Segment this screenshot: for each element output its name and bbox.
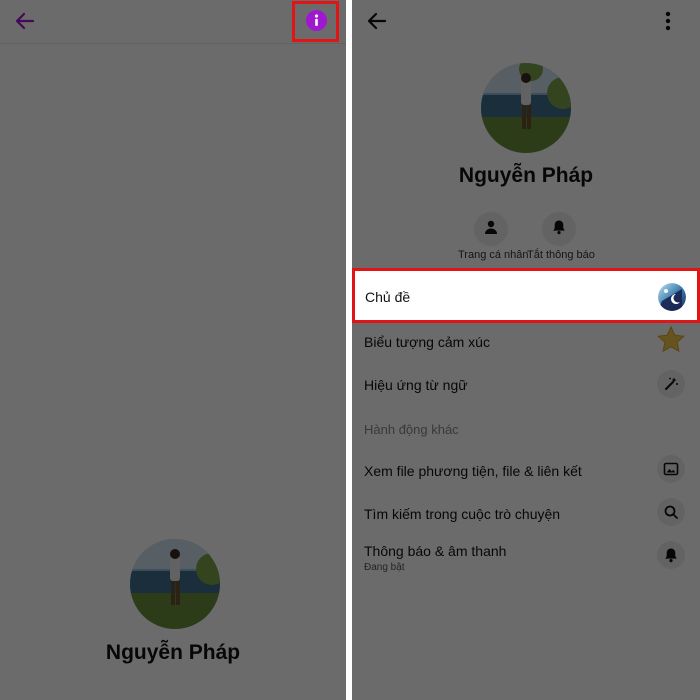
bell-icon xyxy=(551,219,567,240)
conversation-info-screen: Nguyễn Pháp Trang cá nhân Tắt thông báo … xyxy=(352,0,700,700)
bell-icon xyxy=(657,541,685,569)
row-label: Chủ đề xyxy=(365,289,411,305)
row-label: Biểu tượng cảm xúc xyxy=(364,334,490,350)
profile-label: Trang cá nhân xyxy=(458,249,529,261)
word-effects-row[interactable]: Hiệu ứng từ ngữ xyxy=(352,368,700,408)
row-sublabel: Đang bật xyxy=(364,562,405,573)
contact-name: Nguyễn Pháp xyxy=(105,641,241,664)
star-icon xyxy=(656,325,686,355)
contact-name: Nguyễn Pháp xyxy=(458,164,594,187)
avatar[interactable] xyxy=(130,539,220,629)
chat-screen: Nguyễn Pháp xyxy=(0,0,346,700)
person-icon xyxy=(483,219,499,240)
mute-button[interactable] xyxy=(542,212,576,246)
info-icon[interactable] xyxy=(306,10,327,31)
mute-label: Tắt thông báo xyxy=(527,249,595,261)
avatar[interactable] xyxy=(481,63,571,153)
arrow-left-icon[interactable] xyxy=(364,8,390,34)
image-icon xyxy=(657,455,685,483)
more-vertical-icon[interactable] xyxy=(658,8,678,34)
search-conversation-row[interactable]: Tìm kiếm trong cuộc trò chuyện xyxy=(352,498,700,538)
media-files-row[interactable]: Xem file phương tiện, file & liên kết xyxy=(352,455,700,495)
arrow-left-icon[interactable] xyxy=(12,8,38,34)
magic-wand-icon xyxy=(657,370,685,398)
notifications-row[interactable]: Thông báo & âm thanh Đang bật xyxy=(352,541,700,581)
theme-row[interactable]: Chủ đề xyxy=(352,268,700,323)
row-label: Thông báo & âm thanh xyxy=(364,543,507,559)
row-label: Tìm kiếm trong cuộc trò chuyện xyxy=(364,506,561,522)
row-label: Hiệu ứng từ ngữ xyxy=(364,377,468,393)
section-header: Hành động khác xyxy=(364,422,459,437)
emoji-row[interactable]: Biểu tượng cảm xúc xyxy=(352,325,700,365)
search-icon xyxy=(657,498,685,526)
row-label: Xem file phương tiện, file & liên kết xyxy=(364,463,582,479)
theme-moon-icon xyxy=(658,283,686,311)
profile-button[interactable] xyxy=(474,212,508,246)
